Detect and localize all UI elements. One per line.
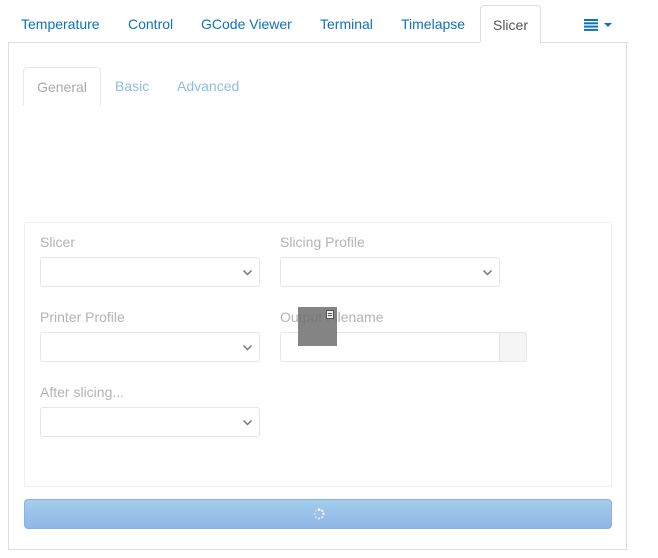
top-tab-bar: Temperature Control GCode Viewer Termina… <box>8 5 628 44</box>
list-icon <box>584 19 612 32</box>
tab-slicer[interactable]: Slicer <box>480 5 541 44</box>
slicer-label: Slicer <box>40 234 76 250</box>
printer-profile-label: Printer Profile <box>40 309 125 325</box>
panel-border-left <box>8 42 480 43</box>
chevron-down-icon <box>482 269 493 276</box>
tab-control[interactable]: Control <box>128 5 173 42</box>
tab-temperature[interactable]: Temperature <box>21 5 100 42</box>
panel-border-right <box>540 42 628 43</box>
chevron-down-icon <box>242 344 253 351</box>
subtab-general[interactable]: General <box>23 67 101 106</box>
subtab-basic[interactable]: Basic <box>115 67 149 104</box>
after-slicing-label: After slicing... <box>40 384 125 400</box>
chevron-down-icon <box>242 419 253 426</box>
tab-timelapse[interactable]: Timelapse <box>401 5 465 42</box>
tab-terminal[interactable]: Terminal <box>320 5 373 42</box>
chevron-down-icon <box>242 269 253 276</box>
tab-menu-toggle[interactable] <box>584 5 612 42</box>
slicing-profile-select[interactable] <box>280 257 500 287</box>
slicing-profile-label: Slicing Profile <box>280 234 365 250</box>
drag-overlay <box>298 307 337 346</box>
document-icon <box>326 310 334 319</box>
printer-profile-select[interactable] <box>40 332 260 362</box>
subtab-advanced[interactable]: Advanced <box>177 67 239 104</box>
output-filename-addon <box>500 332 527 362</box>
spinner-icon <box>313 508 325 520</box>
slice-button[interactable] <box>24 499 612 529</box>
caret-down-icon <box>604 23 612 28</box>
tab-gcode-viewer[interactable]: GCode Viewer <box>201 5 292 42</box>
slicer-select[interactable] <box>40 257 260 287</box>
after-slicing-select[interactable] <box>40 407 260 437</box>
